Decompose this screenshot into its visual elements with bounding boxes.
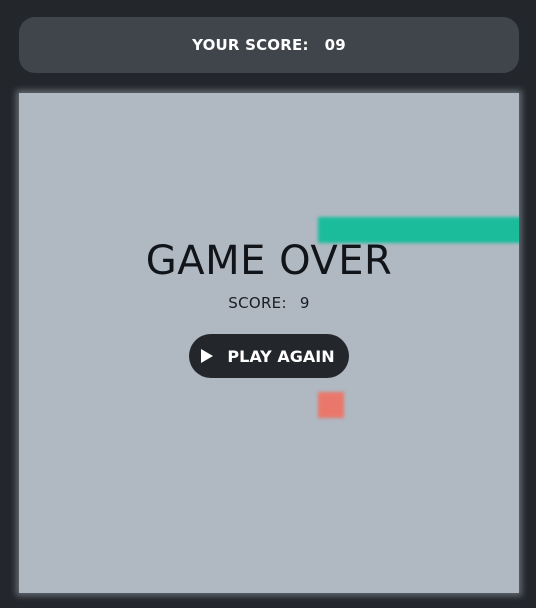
game-board: GAME OVER SCORE: 9 PLAY AGAIN <box>19 93 519 593</box>
game-over-overlay: GAME OVER SCORE: 9 PLAY AGAIN <box>19 238 519 378</box>
score-bar: YOUR SCORE: 09 <box>19 17 519 73</box>
score-value: 09 <box>324 36 346 54</box>
game-over-title: GAME OVER <box>145 238 393 284</box>
score-label: YOUR SCORE: <box>192 36 309 54</box>
food-item <box>318 392 344 418</box>
final-score-label: SCORE: <box>228 294 287 312</box>
play-again-button[interactable]: PLAY AGAIN <box>189 334 349 378</box>
final-score-value: 9 <box>299 294 310 312</box>
final-score: SCORE: 9 <box>228 294 309 312</box>
play-again-label: PLAY AGAIN <box>227 346 335 366</box>
play-icon <box>201 349 214 363</box>
